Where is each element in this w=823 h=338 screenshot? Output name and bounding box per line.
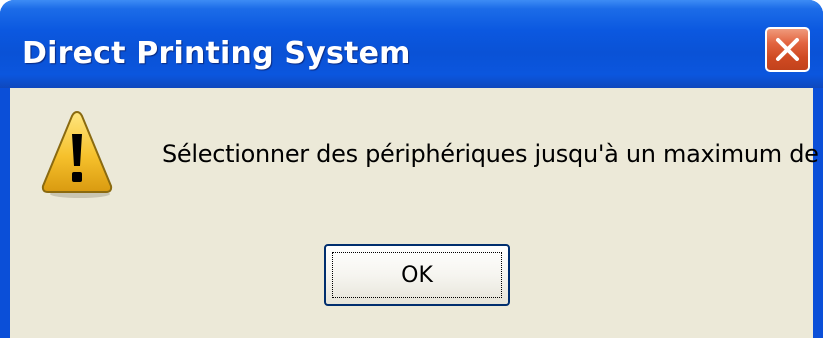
title-bar[interactable]: Direct Printing System [0,0,823,88]
warning-icon [41,110,113,198]
ok-button[interactable]: OK [324,244,510,306]
close-icon [776,38,799,61]
ok-button-label: OK [401,262,433,288]
dialog-message: Sélectionner des périphériques jusqu'à u… [162,140,823,168]
window-title: Direct Printing System [22,36,411,71]
close-button[interactable] [765,27,810,72]
dialog-window: Direct Printing System Sélectionner des … [0,0,823,338]
